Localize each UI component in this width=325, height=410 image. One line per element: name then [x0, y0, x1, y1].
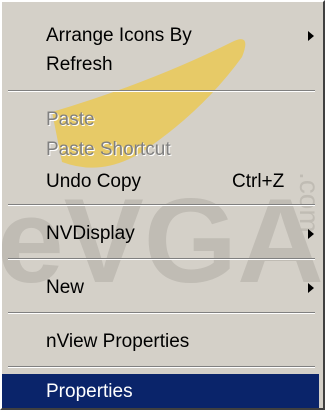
- menu-item-label: Refresh: [46, 54, 113, 75]
- menu-item-label: Undo Copy: [46, 171, 142, 192]
- menu-item-nvdisplay[interactable]: NVDisplay: [2, 216, 319, 252]
- menu-separator: [8, 312, 315, 314]
- desktop-context-menu: eVGA .com Arrange Icons By Refresh Paste…: [0, 0, 325, 410]
- menu-separator: [8, 258, 315, 260]
- menu-item-label: New: [46, 277, 85, 298]
- menu-item-label: nView Properties: [46, 331, 190, 352]
- menu-item-shortcut: Ctrl+Z: [232, 171, 285, 192]
- menu-separator: [8, 90, 315, 92]
- menu-item-refresh[interactable]: Refresh: [2, 47, 319, 83]
- menu-item-undo-copy[interactable]: Undo Copy Ctrl+Z: [2, 164, 319, 200]
- menu-separator: [8, 366, 315, 368]
- menu-item-new[interactable]: New: [2, 270, 319, 306]
- menu-item-paste-shortcut[interactable]: Paste Shortcut: [2, 132, 319, 168]
- menu-item-label: Paste Shortcut: [46, 139, 171, 160]
- menu-item-label: Properties: [46, 381, 133, 402]
- menu-item-label: NVDisplay: [46, 223, 135, 244]
- menu-item-properties[interactable]: Properties: [2, 374, 319, 408]
- menu-separator: [8, 204, 315, 206]
- menu-item-nview-properties[interactable]: nView Properties: [2, 324, 319, 360]
